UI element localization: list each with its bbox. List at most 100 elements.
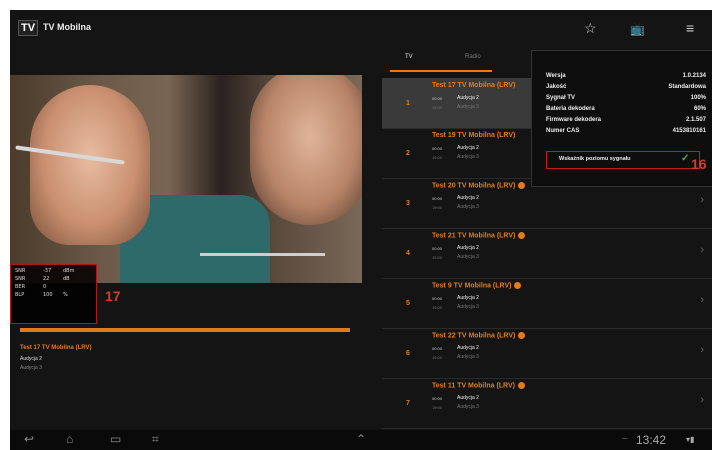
program-title: Audycja 2: [457, 145, 479, 151]
channel-row[interactable]: 7 Test 11 TV Mobilna (LRV) 00:00 Audycja 2 1…: [382, 378, 712, 429]
app-title: TV Mobilna: [43, 22, 91, 32]
tv-icon[interactable]: 📺: [630, 22, 645, 36]
signal-row: BER 0: [15, 284, 46, 290]
wifi-battery-icon: ▾▮: [686, 435, 695, 444]
signal-label: SNR: [15, 268, 26, 274]
screenshot-icon[interactable]: ⌗: [152, 432, 159, 447]
next-program-time: 19:00: [432, 155, 443, 160]
program-time: 00:00: [432, 246, 443, 251]
tv-logo-icon: TV: [18, 20, 38, 36]
annotation-16: 16: [691, 156, 707, 172]
channel-name-text: Test 9 TV Mobilna (LRV): [432, 282, 512, 290]
info-label: Jakość: [546, 84, 567, 90]
info-value: 60%: [693, 106, 706, 112]
channel-number: 7: [406, 400, 410, 407]
info-label: Sygnał TV: [546, 95, 576, 101]
lock-badge-icon: [518, 332, 526, 339]
menu-icon[interactable]: ≡: [686, 20, 694, 36]
back-icon[interactable]: ↩: [24, 432, 34, 446]
video-overlay-bar: [200, 253, 325, 256]
signal-value: -37: [43, 268, 52, 274]
now-playing-title: Test 17 TV Mobilna (LRV): [20, 345, 92, 351]
channel-number: 3: [406, 200, 410, 207]
signal-row: SNR 22 dB: [15, 276, 70, 282]
signal-label: BLP: [15, 292, 25, 298]
signal-row: SNR -37 dBm: [15, 268, 74, 274]
channel-name: Test 22 TV Mobilna (LRV): [432, 332, 526, 340]
program-time: 00:00: [432, 96, 443, 101]
info-value: Standardowa: [668, 84, 706, 90]
program-title: Audycja 2: [457, 345, 479, 351]
next-program-title: Audycja 3: [457, 204, 479, 210]
channel-name-text: Test 22 TV Mobilna (LRV): [432, 332, 516, 340]
chevron-right-icon[interactable]: ›: [700, 244, 704, 256]
info-value: 2.1.507: [685, 117, 706, 123]
signal-value: 22: [43, 276, 50, 282]
lock-badge-icon: [514, 282, 522, 289]
channel-row[interactable]: 5 Test 9 TV Mobilna (LRV) 00:00 Audycja 2 19…: [382, 278, 712, 329]
info-row: Sygnał TV 100%: [546, 95, 706, 101]
info-row: Wersja 1.0.2134: [546, 73, 706, 79]
program-time: 00:00: [432, 396, 443, 401]
program-time: 00:00: [432, 296, 443, 301]
program-time: 00:00: [432, 346, 443, 351]
info-row: Firmware dekodera 2.1.507: [546, 117, 706, 123]
channel-name-text: Test 11 TV Mobilna (LRV): [432, 382, 515, 390]
info-row: Jakość Standardowa: [546, 84, 706, 90]
chevron-right-icon[interactable]: ›: [700, 294, 704, 306]
program-title: Audycja 2: [457, 95, 479, 101]
lock-badge-icon: [517, 382, 525, 389]
program-title: Audycja 2: [457, 245, 479, 251]
now-playing-program: Audycja 2: [20, 356, 42, 362]
info-value: 100%: [690, 95, 706, 101]
channel-name: Test 19 TV Mobilna (LRV): [432, 132, 515, 139]
info-label: Wersja: [546, 73, 566, 79]
signal-indicator-label: Wskaźnik poziomu sygnału: [559, 156, 631, 162]
recent-apps-icon[interactable]: ▭: [110, 432, 121, 446]
channel-number: 1: [406, 100, 410, 107]
info-row: Numer CAS 4153810161: [546, 128, 706, 134]
program-time: 00:00: [432, 196, 443, 201]
channel-name: Test 17 TV Mobilna (LRV): [432, 82, 515, 89]
info-value: 4153810161: [672, 128, 706, 134]
video-player[interactable]: [10, 75, 362, 283]
channel-number: 2: [406, 150, 410, 157]
signal-value: 100: [43, 292, 53, 298]
channel-number: 6: [406, 350, 410, 357]
status-clock: 13:42: [636, 433, 667, 447]
chevron-right-icon[interactable]: ›: [700, 194, 704, 206]
channel-name-text: Test 17 TV Mobilna (LRV): [432, 82, 516, 89]
info-value: 1.0.2134: [682, 73, 706, 79]
checkmark-icon: ✓: [681, 153, 690, 164]
chevron-right-icon[interactable]: ›: [700, 344, 704, 356]
signal-stats-overlay: SNR -37 dBm SNR 22 dB BER 0 BLP 100 %: [10, 264, 97, 324]
channel-row[interactable]: 6 Test 22 TV Mobilna (LRV) 00:00 Audycja 2 1…: [382, 328, 712, 379]
next-program-title: Audycja 3: [457, 104, 479, 110]
channel-name-text: Test 19 TV Mobilna (LRV): [432, 132, 516, 139]
star-icon[interactable]: ☆: [584, 20, 597, 37]
annotation-17: 17: [105, 288, 121, 304]
lock-badge-icon: [518, 182, 526, 189]
channel-number: 4: [406, 250, 410, 257]
info-label: Bateria dekodera: [546, 106, 595, 112]
info-popup: Wskaźnik poziomu sygnału ✓ Wersja 1.0.213…: [531, 50, 712, 187]
home-icon[interactable]: ⌂: [66, 432, 73, 446]
channel-row[interactable]: 4 Test 21 TV Mobilna (LRV) 00:00 Audycja 2 1…: [382, 228, 712, 279]
channel-name: Test 11 TV Mobilna (LRV): [432, 382, 525, 389]
signal-unit: dB: [63, 276, 70, 282]
program-time: 00:00: [432, 146, 443, 151]
program-title: Audycja 2: [457, 395, 479, 401]
tab-radio[interactable]: Radio: [465, 54, 481, 60]
signal-indicator-button[interactable]: Wskaźnik poziomu sygnału ✓: [546, 151, 700, 169]
tab-tv[interactable]: TV: [405, 54, 413, 60]
chevron-right-icon[interactable]: ›: [700, 394, 704, 406]
video-frame-child: [30, 85, 150, 245]
next-program-time: 19:00: [432, 255, 443, 260]
channel-name-text: Test 20 TV Mobilna (LRV): [432, 182, 516, 190]
chevron-up-icon[interactable]: ⌃: [356, 432, 366, 446]
channel-name: Test 20 TV Mobilna (LRV): [432, 182, 526, 190]
playback-progress-bar[interactable]: [20, 328, 350, 332]
program-title: Audycja 2: [457, 295, 479, 301]
signal-unit: %: [63, 292, 68, 298]
next-program-title: Audycja 3: [457, 254, 479, 260]
